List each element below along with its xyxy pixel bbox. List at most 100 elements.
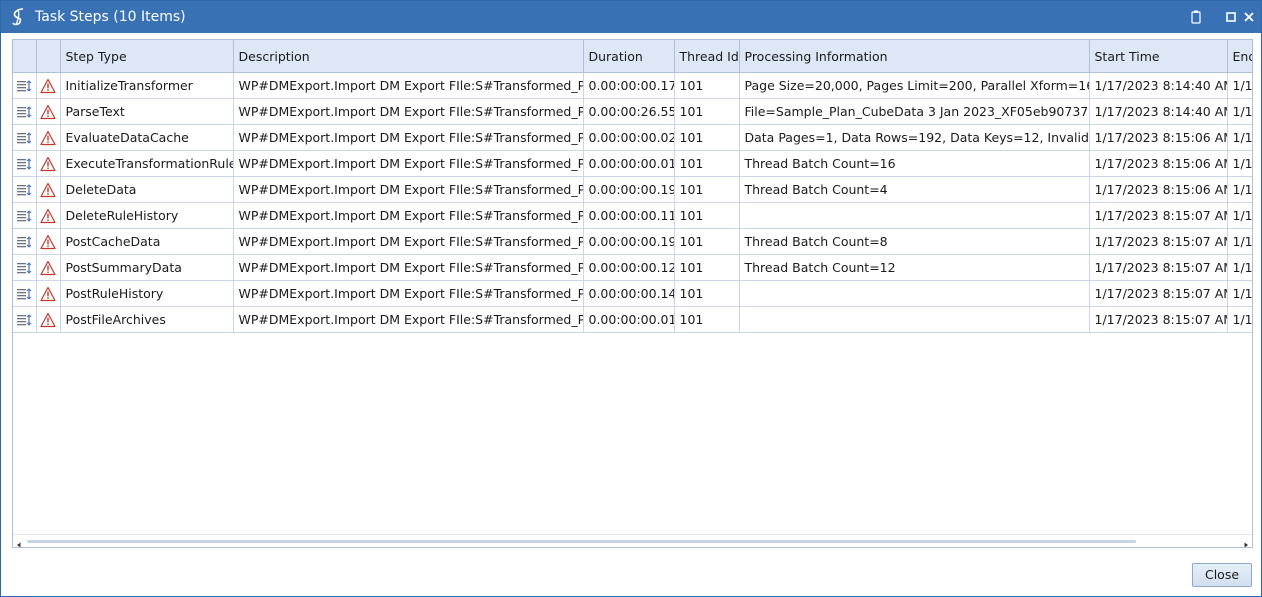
row-details-cell[interactable]: [13, 306, 37, 333]
end-time-cell: 1/1: [1227, 228, 1252, 255]
column-header-processing-information[interactable]: Processing Information: [739, 40, 1090, 73]
row-status-cell: [36, 176, 61, 203]
end-time-cell: 1/1: [1227, 202, 1252, 229]
warning-icon: [40, 208, 56, 224]
thread-id-cell: 101: [674, 98, 740, 125]
processing-information-cell: Thread Batch Count=4: [739, 176, 1090, 203]
start-time-cell: 1/17/2023 8:15:06 AM: [1089, 124, 1228, 151]
description-cell: WP#DMExport.Import DM Export FIle:S#Tran…: [233, 228, 584, 255]
end-time-cell: 1/1: [1227, 72, 1252, 99]
start-time-cell: 1/17/2023 8:15:07 AM: [1089, 254, 1228, 281]
scrollbar-track[interactable]: [27, 540, 1238, 543]
table-row[interactable]: ExecuteTransformationRules WP#DMExport.Im…: [13, 150, 1252, 177]
details-list-icon[interactable]: [16, 234, 32, 250]
task-steps-grid: Step Type Description Duration Thread Id…: [12, 39, 1253, 548]
end-time-cell: 1/1: [1227, 176, 1252, 203]
warning-icon: [40, 78, 56, 94]
details-list-icon[interactable]: [16, 130, 32, 146]
warning-icon: [40, 260, 56, 276]
column-header-status[interactable]: [36, 40, 61, 73]
scroll-left-arrow-icon[interactable]: [15, 537, 23, 547]
description-cell: WP#DMExport.Import DM Export FIle:S#Tran…: [233, 124, 584, 151]
end-time-cell: 1/1: [1227, 306, 1252, 333]
table-row[interactable]: InitializeTransformer WP#DMExport.Import …: [13, 72, 1252, 99]
thread-id-cell: 101: [674, 280, 740, 307]
column-header-end-time[interactable]: End: [1227, 40, 1252, 73]
warning-icon: [40, 130, 56, 146]
processing-information-cell: Thread Batch Count=8: [739, 228, 1090, 255]
details-list-icon[interactable]: [16, 260, 32, 276]
processing-information-cell: [739, 202, 1090, 229]
thread-id-cell: 101: [674, 150, 740, 177]
thread-id-cell: 101: [674, 72, 740, 99]
warning-icon: [40, 156, 56, 172]
table-row[interactable]: ParseText WP#DMExport.Import DM Export FI…: [13, 98, 1252, 125]
details-list-icon[interactable]: [16, 104, 32, 120]
column-header-thread-id[interactable]: Thread Id: [674, 40, 740, 73]
table-row[interactable]: PostRuleHistory WP#DMExport.Import DM Exp…: [13, 280, 1252, 307]
processing-information-cell: Data Pages=1, Data Rows=192, Data Keys=1…: [739, 124, 1090, 151]
thread-id-cell: 101: [674, 124, 740, 151]
table-row[interactable]: DeleteData WP#DMExport.Import DM Export F…: [13, 176, 1252, 203]
table-row[interactable]: DeleteRuleHistory WP#DMExport.Import DM E…: [13, 202, 1252, 229]
warning-icon: [40, 286, 56, 302]
thread-id-cell: 101: [674, 202, 740, 229]
details-list-icon[interactable]: [16, 312, 32, 328]
warning-icon: [40, 234, 56, 250]
details-list-icon[interactable]: [16, 78, 32, 94]
row-details-cell[interactable]: [13, 98, 37, 125]
maximize-icon[interactable]: [1223, 9, 1239, 25]
processing-information-cell: Thread Batch Count=12: [739, 254, 1090, 281]
end-time-cell: 1/1: [1227, 150, 1252, 177]
row-status-cell: [36, 228, 61, 255]
scroll-right-arrow-icon[interactable]: [1242, 537, 1250, 547]
table-row[interactable]: PostFileArchives WP#DMExport.Import DM Ex…: [13, 306, 1252, 333]
details-list-icon[interactable]: [16, 208, 32, 224]
table-row[interactable]: PostCacheData WP#DMExport.Import DM Expor…: [13, 228, 1252, 255]
details-list-icon[interactable]: [16, 182, 32, 198]
column-header-duration[interactable]: Duration: [583, 40, 675, 73]
warning-icon: [40, 312, 56, 328]
scrollbar-thumb[interactable]: [27, 540, 1136, 543]
column-header-details[interactable]: [13, 40, 37, 73]
row-details-cell[interactable]: [13, 124, 37, 151]
step-type-cell: DeleteData: [60, 176, 234, 203]
duration-cell: 0.00:00:00.173: [583, 72, 675, 99]
table-row[interactable]: PostSummaryData WP#DMExport.Import DM Exp…: [13, 254, 1252, 281]
step-type-cell: PostFileArchives: [60, 306, 234, 333]
start-time-cell: 1/17/2023 8:15:07 AM: [1089, 280, 1228, 307]
close-icon[interactable]: [1241, 9, 1257, 25]
details-list-icon[interactable]: [16, 156, 32, 172]
step-type-cell: EvaluateDataCache: [60, 124, 234, 151]
column-header-step-type[interactable]: Step Type: [60, 40, 234, 73]
window-title: Task Steps (10 Items): [35, 9, 186, 25]
row-details-cell[interactable]: [13, 228, 37, 255]
row-details-cell[interactable]: [13, 150, 37, 177]
warning-icon: [40, 182, 56, 198]
start-time-cell: 1/17/2023 8:15:06 AM: [1089, 176, 1228, 203]
clipboard-icon[interactable]: [1188, 9, 1204, 25]
duration-cell: 0.00:00:00.121: [583, 254, 675, 281]
thread-id-cell: 101: [674, 254, 740, 281]
row-details-cell[interactable]: [13, 202, 37, 229]
close-button[interactable]: Close: [1192, 563, 1252, 587]
duration-cell: 0.00:00:00.145: [583, 280, 675, 307]
row-details-cell[interactable]: [13, 72, 37, 99]
step-type-cell: DeleteRuleHistory: [60, 202, 234, 229]
row-status-cell: [36, 150, 61, 177]
duration-cell: 0.00:00:00.199: [583, 176, 675, 203]
row-details-cell[interactable]: [13, 280, 37, 307]
table-row[interactable]: EvaluateDataCache WP#DMExport.Import DM E…: [13, 124, 1252, 151]
thread-id-cell: 101: [674, 306, 740, 333]
duration-cell: 0.00:00:00.119: [583, 202, 675, 229]
horizontal-scrollbar[interactable]: [13, 534, 1252, 547]
column-header-description[interactable]: Description: [233, 40, 584, 73]
column-header-start-time[interactable]: Start Time: [1089, 40, 1228, 73]
start-time-cell: 1/17/2023 8:14:40 AM: [1089, 98, 1228, 125]
row-details-cell[interactable]: [13, 176, 37, 203]
details-list-icon[interactable]: [16, 286, 32, 302]
thread-id-cell: 101: [674, 228, 740, 255]
start-time-cell: 1/17/2023 8:15:07 AM: [1089, 202, 1228, 229]
row-details-cell[interactable]: [13, 254, 37, 281]
thread-id-cell: 101: [674, 176, 740, 203]
